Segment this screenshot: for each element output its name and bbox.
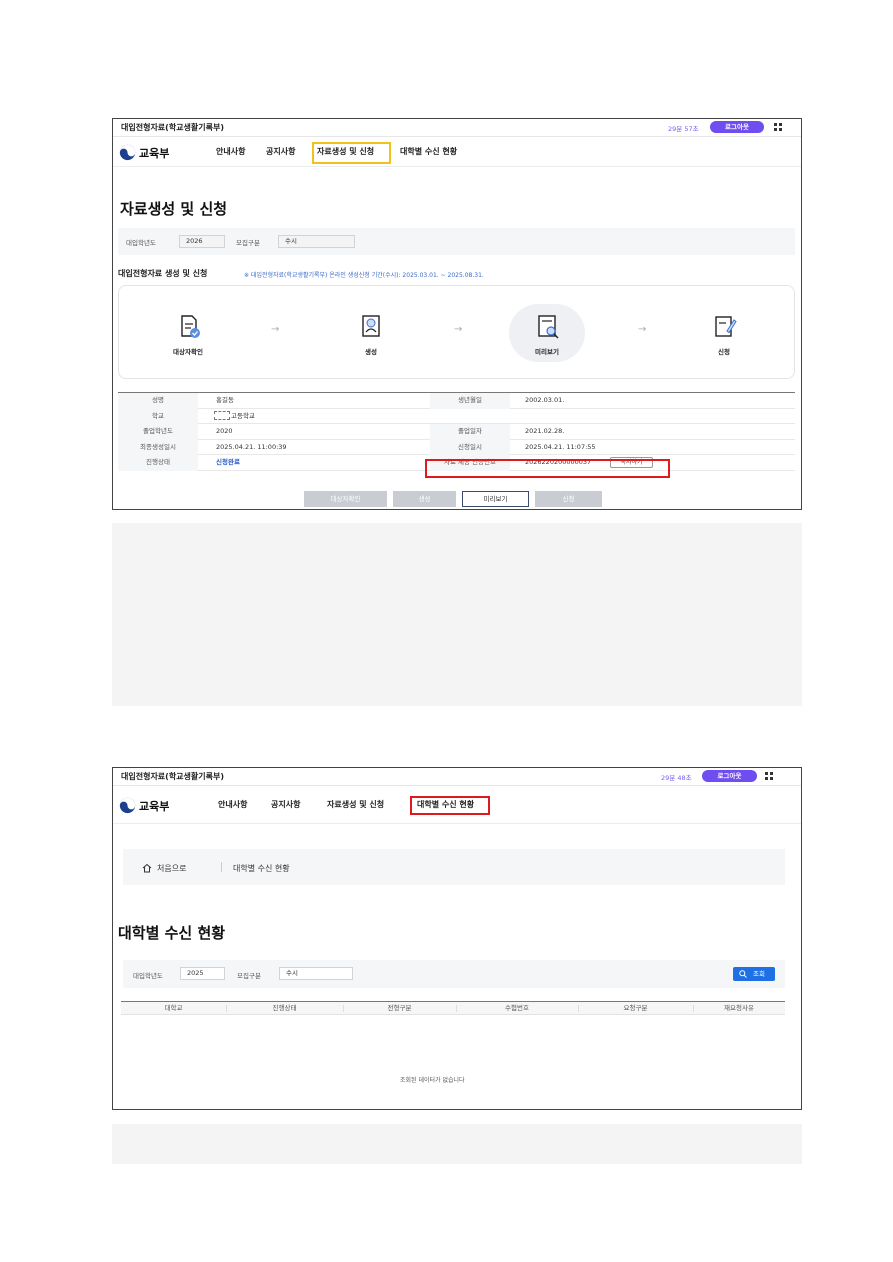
- session-timer: 29분 48초: [661, 774, 692, 782]
- year-field[interactable]: 2025: [180, 967, 225, 980]
- birth-label: 생년월일: [430, 393, 510, 409]
- step-preview[interactable]: 미리보기: [512, 314, 582, 356]
- nav-announcements[interactable]: 공지사항: [266, 137, 295, 167]
- recruit-type-label: 모집구분: [237, 972, 261, 980]
- created-label: 최종생성일시: [118, 439, 198, 455]
- breadcrumb: 처음으로 대학별 수신 현황: [123, 849, 785, 885]
- column-exam-number: 수험번호: [505, 1004, 529, 1012]
- logout-button[interactable]: 로그아웃: [710, 121, 764, 133]
- window-title: 대입전형자료(학교생활기록부): [121, 772, 224, 781]
- application-period-note: ※ 대입전형자료(학교생활기록부) 온라인 생성신청 기간(수시): 2025.…: [244, 272, 484, 279]
- section-title: 대입전형자료 생성 및 신청: [118, 269, 208, 278]
- recruit-type-field[interactable]: 수시: [279, 967, 353, 980]
- recruit-type-field[interactable]: 수시: [278, 235, 355, 248]
- generate-button[interactable]: 생성: [393, 491, 456, 507]
- search-button-label: 조회: [753, 970, 765, 978]
- window-bar: 대입전형자료(학교생활기록부) 29분 48초 로그아웃: [113, 768, 801, 786]
- window-bar: 대입전형자료(학교생활기록부) 29분 57초 로그아웃: [113, 119, 801, 137]
- applied-value: 2025.04.21. 11:07:55: [525, 442, 596, 451]
- status-value: 신청완료: [216, 458, 240, 466]
- search-icon: [739, 970, 747, 978]
- grad-year-label: 졸업학년도: [118, 424, 198, 440]
- logout-button[interactable]: 로그아웃: [702, 770, 757, 782]
- step-generate[interactable]: 생성: [336, 314, 406, 356]
- column-request-type: 요청구분: [623, 1004, 648, 1012]
- table-row: 성명 홍길동 생년월일 2002.03.01.: [118, 393, 795, 409]
- created-value: 2025.04.21. 11:00:39: [216, 442, 287, 451]
- arrow-icon: →: [638, 324, 647, 335]
- screenshot-univ-status: 대입전형자료(학교생활기록부) 29분 48초 로그아웃 교육부 안내사항 공지…: [112, 767, 802, 1110]
- page-title: 대학별 수신 현황: [118, 924, 226, 942]
- recruit-type-label: 모집구분: [236, 239, 260, 247]
- year-label: 대입학년도: [126, 239, 156, 247]
- empty-message: 조회된 데이터가 없습니다: [400, 1077, 465, 1084]
- main-nav: 교육부 안내사항 공지사항 자료생성 및 신청 대학별 수신 현황: [113, 137, 801, 167]
- grad-date-label: 졸업일자: [430, 424, 510, 440]
- window-title: 대입전형자료(학교생활기록부): [121, 123, 224, 132]
- blank-panel: [112, 1124, 802, 1164]
- filter-bar: 대입학년도 2026 모집구분 수시: [118, 228, 795, 255]
- name-label: 성명: [118, 393, 198, 409]
- home-icon[interactable]: [142, 863, 152, 873]
- results-table-header: 대학교 진행상태 전형구분 수험번호 요청구분 재요청사유: [121, 1001, 785, 1015]
- applied-label: 신청일시: [430, 439, 510, 455]
- main-nav: 교육부 안내사항 공지사항 자료생성 및 신청 대학별 수신 현황: [113, 786, 801, 824]
- document-check-icon: [181, 315, 200, 338]
- process-steps: 대상자확인 → 생성 → 미리보기 → 신청: [118, 285, 795, 379]
- grad-date-value: 2021.02.28.: [525, 427, 565, 435]
- document-person-icon: [362, 315, 380, 337]
- column-university: 대학교: [164, 1004, 183, 1012]
- year-field[interactable]: 2026: [179, 235, 225, 248]
- highlight-create-apply: [312, 142, 391, 164]
- arrow-icon: →: [454, 324, 463, 335]
- preview-button[interactable]: 미리보기: [462, 491, 529, 507]
- year-label: 대입학년도: [133, 972, 163, 980]
- step-apply[interactable]: 신청: [689, 314, 759, 356]
- breadcrumb-current: 대학별 수신 현황: [233, 864, 290, 873]
- session-timer: 29분 57초: [668, 125, 699, 133]
- apps-grid-icon[interactable]: [764, 771, 774, 781]
- school-name-masked: [214, 411, 230, 420]
- nav-univ-status[interactable]: 대학별 수신 현황: [400, 137, 457, 167]
- nav-announcements[interactable]: 공지사항: [271, 786, 300, 824]
- birth-value: 2002.03.01.: [525, 396, 565, 404]
- nav-create-apply[interactable]: 자료생성 및 신청: [327, 786, 384, 824]
- column-status: 진행상태: [272, 1004, 297, 1012]
- apps-grid-icon[interactable]: [773, 122, 783, 132]
- grad-year-value: 2020: [216, 427, 233, 435]
- status-label: 진행상태: [118, 455, 198, 471]
- step-target-check[interactable]: 대상자확인: [153, 314, 223, 356]
- filter-bar: 대입학년도 2025 모집구분 수시 조회: [123, 960, 785, 988]
- school-value: 고등학교: [214, 409, 255, 425]
- table-row: 졸업학년도 2020 졸업일자 2021.02.28.: [118, 424, 795, 440]
- apply-button[interactable]: 신청: [535, 491, 602, 507]
- screenshot-create-apply: 대입전형자료(학교생활기록부) 29분 57초 로그아웃 교육부 안내사항 공지…: [112, 118, 802, 510]
- column-admission-type: 전형구분: [387, 1004, 412, 1012]
- document-search-icon: [538, 315, 559, 339]
- name-value: 홍길동: [216, 396, 234, 404]
- table-row: 학교 고등학교: [118, 408, 795, 425]
- nav-notice-guide[interactable]: 안내사항: [216, 137, 245, 167]
- breadcrumb-divider: [221, 862, 222, 872]
- nav-notice-guide[interactable]: 안내사항: [218, 786, 247, 824]
- highlight-univ-status: [410, 796, 490, 815]
- breadcrumb-home[interactable]: 처음으로: [157, 863, 186, 874]
- document-pen-icon: [715, 316, 737, 337]
- column-rerequest-reason: 재요청사유: [724, 1004, 754, 1012]
- table-row: 최종생성일시 2025.04.21. 11:00:39 신청일시 2025.04…: [118, 439, 795, 455]
- target-check-button[interactable]: 대상자확인: [304, 491, 387, 507]
- highlight-cert-number: [425, 459, 670, 478]
- school-label: 학교: [118, 408, 198, 424]
- search-button[interactable]: 조회: [733, 967, 775, 981]
- blank-panel: [112, 523, 802, 706]
- arrow-icon: →: [271, 324, 280, 335]
- page-title: 자료생성 및 신청: [120, 200, 228, 218]
